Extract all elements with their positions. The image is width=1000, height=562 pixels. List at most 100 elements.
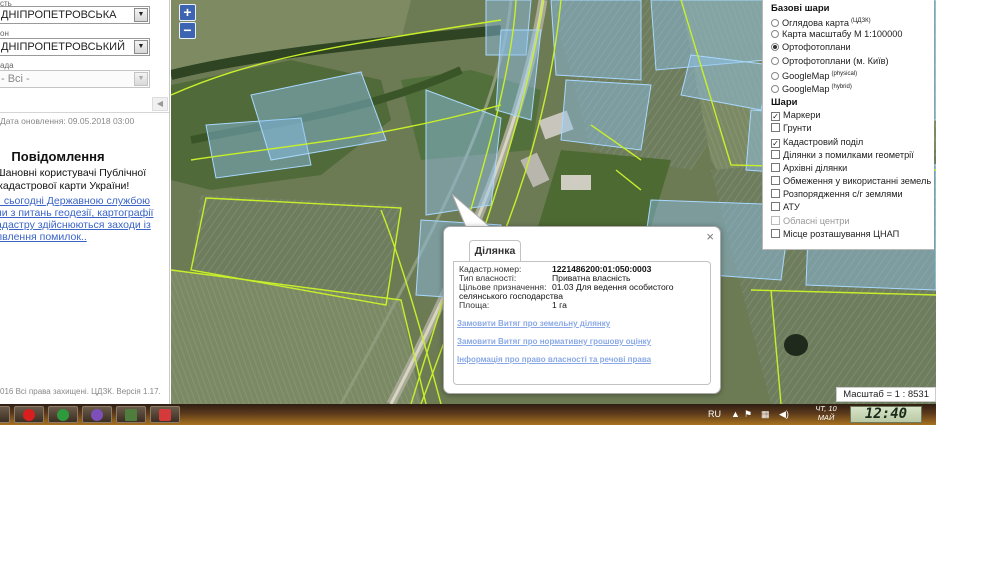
chevron-down-icon[interactable]: ▼ bbox=[134, 8, 148, 22]
update-date: Дата оновлення: 09.05.2018 03:00 bbox=[0, 116, 135, 126]
tab-parcel[interactable]: Ділянка bbox=[469, 240, 521, 262]
layer-label: Розпорядження с/г землями bbox=[783, 189, 903, 200]
layer-label: Обмеження у використанні земель bbox=[783, 176, 932, 187]
ownership-info-link[interactable]: Інформація про право власності та речові… bbox=[457, 355, 651, 364]
base-layer-option[interactable]: GoogleMap (physical) bbox=[771, 68, 934, 81]
district-select[interactable]: ДНІПРОПЕТРОВСЬКИЙ ▼ bbox=[0, 38, 150, 56]
radio-button[interactable] bbox=[771, 56, 779, 65]
explorer-icon bbox=[125, 409, 137, 421]
parcel-details: Кадастр.номер: 1221486200:01:050:0003 Ти… bbox=[453, 261, 711, 385]
taskbar-app-chrome[interactable] bbox=[48, 406, 78, 423]
map-scale: Масштаб = 1 : 8531 bbox=[836, 387, 936, 402]
council-label: ада bbox=[0, 61, 14, 70]
copyright: 016 Всі права захищені. ЦДЗК. Версія 1.1… bbox=[0, 387, 161, 396]
notification-link[interactable]: лвлення помилок.. bbox=[0, 231, 87, 243]
base-layer-label: Карта масштабу М 1:100000 bbox=[782, 29, 903, 40]
layer-option[interactable]: Ділянки з помилками геометрії bbox=[771, 149, 934, 162]
base-layer-option[interactable]: Ортофотоплани (м. Київ) bbox=[771, 55, 934, 68]
layer-option[interactable]: Розпорядження с/г землями bbox=[771, 188, 934, 201]
checkbox[interactable] bbox=[771, 149, 780, 159]
checkbox[interactable] bbox=[771, 176, 780, 186]
taskbar: RU ▲ ⚑ ▦ ◀) ЧТ, 10 МАЙ 12:40 bbox=[0, 404, 936, 425]
base-layer-option[interactable]: GoogleMap (hybrid) bbox=[771, 81, 934, 94]
checkbox[interactable] bbox=[771, 162, 780, 172]
region-select-value: ДНІПРОПЕТРОВСЬКА bbox=[1, 9, 117, 21]
parcel-info-popup: × Ділянка Кадастр.номер: 1221486200:01:0… bbox=[443, 226, 721, 394]
checkbox[interactable] bbox=[771, 228, 780, 238]
checkbox[interactable] bbox=[771, 202, 780, 212]
base-layer-label: GoogleMap bbox=[782, 83, 830, 94]
clock-month: МАЙ bbox=[817, 412, 835, 422]
close-icon[interactable]: × bbox=[706, 230, 714, 243]
base-layer-label: Ортофотоплани (м. Київ) bbox=[782, 55, 889, 66]
taskbar-app-camera[interactable] bbox=[150, 406, 180, 423]
collapse-panel-button[interactable]: ◀ bbox=[152, 97, 168, 111]
radio-button[interactable] bbox=[771, 43, 779, 52]
base-layer-source: (physical) bbox=[831, 70, 858, 77]
layer-label: Місце розташування ЦНАП bbox=[783, 228, 900, 239]
radio-button[interactable] bbox=[771, 71, 779, 80]
chrome-icon bbox=[57, 409, 69, 421]
layer-label: Обласні центри bbox=[783, 215, 850, 226]
checkbox[interactable]: ✓ bbox=[771, 112, 780, 122]
radio-button[interactable] bbox=[771, 30, 779, 39]
base-layer-label: Ортофотоплани bbox=[782, 42, 851, 53]
layer-option[interactable]: Архівні ділянки bbox=[771, 162, 934, 175]
taskbar-app-explorer[interactable] bbox=[116, 406, 146, 423]
region-select[interactable]: ДНІПРОПЕТРОВСЬКА ▼ bbox=[0, 6, 150, 24]
base-layer-option[interactable]: Ортофотоплани bbox=[771, 41, 934, 54]
layers-title: Шари bbox=[771, 97, 798, 109]
clock-time[interactable]: 12:40 bbox=[850, 406, 922, 423]
base-layers-title: Базові шари bbox=[771, 3, 830, 14]
notification-link[interactable]: ни з питань геодезії, картографії bbox=[0, 207, 153, 219]
left-panel: сть ДНІПРОПЕТРОВСЬКА ▼ он ДНІПРОПЕТРОВСЬ… bbox=[0, 0, 170, 404]
divider bbox=[0, 112, 169, 113]
viber-icon bbox=[91, 409, 103, 421]
show-hidden-icons-icon[interactable]: ▲ bbox=[731, 409, 740, 419]
layers-panel: Базові шари Оглядова карта (ЦДЗК) Карта ма… bbox=[762, 0, 934, 250]
opera-icon bbox=[23, 409, 35, 421]
checkbox[interactable]: ✓ bbox=[771, 138, 780, 148]
order-valuation-extract-link[interactable]: Замовити Витяг про нормативну грошову оц… bbox=[457, 337, 651, 346]
purpose-value: 01.03 Для ведення особистого bbox=[552, 282, 674, 292]
council-select[interactable]: - Всі - ▼ bbox=[0, 70, 150, 88]
notification-link[interactable]: адастру здійснюються заходи із bbox=[0, 219, 151, 231]
council-select-value: - Всі - bbox=[1, 73, 30, 85]
volume-icon[interactable]: ◀) bbox=[779, 409, 789, 420]
notification-link[interactable]: . сьогодні Державною службою bbox=[0, 195, 150, 207]
layer-label: Грунти bbox=[783, 123, 812, 134]
layer-option[interactable]: ✓ Кадастровий поділ bbox=[771, 136, 934, 149]
layer-option[interactable]: Обмеження у використанні земель bbox=[771, 175, 934, 188]
layer-option[interactable]: АТУ bbox=[771, 201, 934, 214]
clock-date[interactable]: ЧТ, 10 МАЙ bbox=[808, 404, 844, 422]
base-layer-option[interactable]: Карта масштабу М 1:100000 bbox=[771, 28, 934, 41]
zoom-out-button[interactable]: − bbox=[179, 22, 196, 39]
chevron-down-icon[interactable]: ▼ bbox=[134, 40, 148, 54]
layer-label: Ділянки з помилками геометрії bbox=[783, 149, 914, 160]
layer-label: Архівні ділянки bbox=[783, 162, 848, 173]
area-label: Площа: bbox=[459, 300, 490, 310]
layer-option[interactable]: ✓ Маркери bbox=[771, 109, 934, 122]
notification-line: кадастрової карти України! bbox=[0, 180, 130, 192]
layer-option[interactable]: Грунти bbox=[771, 122, 934, 135]
checkbox[interactable] bbox=[771, 123, 780, 133]
radio-button[interactable] bbox=[771, 19, 779, 27]
camera-icon bbox=[159, 409, 171, 421]
layer-label: Маркери bbox=[783, 110, 821, 121]
layer-option[interactable]: Місце розташування ЦНАП bbox=[771, 228, 934, 241]
flag-icon[interactable]: ⚑ bbox=[744, 409, 752, 420]
chevron-down-icon[interactable]: ▼ bbox=[134, 72, 148, 86]
radio-button[interactable] bbox=[771, 84, 779, 93]
network-icon[interactable]: ▦ bbox=[761, 409, 770, 420]
taskbar-app-opera[interactable] bbox=[14, 406, 44, 423]
checkbox[interactable] bbox=[771, 189, 780, 199]
area-value: 1 га bbox=[552, 300, 567, 310]
district-label: он bbox=[0, 29, 9, 38]
language-indicator[interactable]: RU bbox=[708, 409, 721, 419]
taskbar-app-viber[interactable] bbox=[82, 406, 112, 423]
order-land-extract-link[interactable]: Замовити Витяг про земельну ділянку bbox=[457, 319, 610, 328]
base-layer-option[interactable]: Оглядова карта (ЦДЗК) bbox=[771, 15, 934, 28]
start-button[interactable] bbox=[0, 406, 10, 423]
zoom-in-button[interactable]: + bbox=[179, 4, 196, 21]
base-layer-source: (ЦДЗК) bbox=[851, 18, 871, 24]
